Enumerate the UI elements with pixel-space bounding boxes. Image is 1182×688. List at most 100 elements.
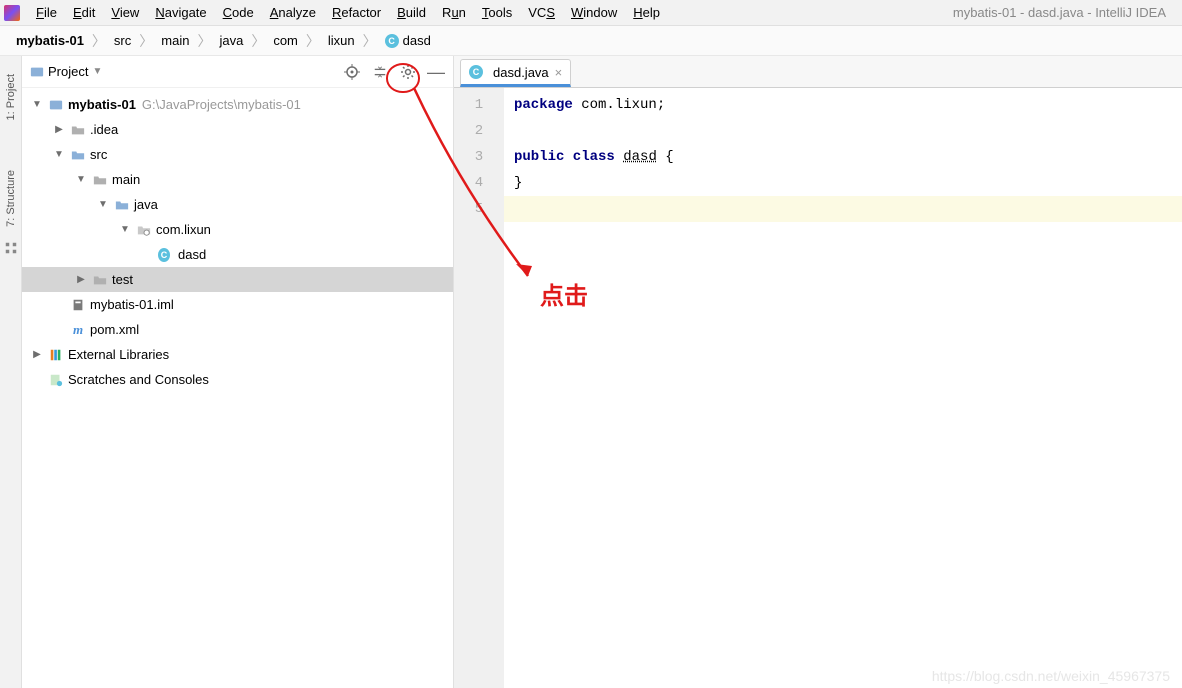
tree-path: G:\JavaProjects\mybatis-01 bbox=[142, 97, 301, 112]
tree-item--idea[interactable]: ▶ .idea bbox=[22, 117, 453, 142]
tree-item-pom-xml[interactable]: mpom.xml bbox=[22, 317, 453, 342]
line-number: 5 bbox=[454, 196, 504, 222]
menu-edit[interactable]: Edit bbox=[65, 2, 103, 23]
code-line[interactable] bbox=[514, 118, 1172, 144]
tree-item-test[interactable]: ▶ test bbox=[22, 267, 453, 292]
breadcrumb-java[interactable]: java bbox=[213, 31, 249, 50]
gear-icon[interactable] bbox=[399, 63, 417, 81]
menu-tools[interactable]: Tools bbox=[474, 2, 520, 23]
tree-label: main bbox=[112, 172, 140, 187]
tree-item-Scratches-and-Consoles[interactable]: Scratches and Consoles bbox=[22, 367, 453, 392]
tree-item-main[interactable]: ▼ main bbox=[22, 167, 453, 192]
breadcrumb-mybatis-01[interactable]: mybatis-01 bbox=[10, 31, 90, 50]
line-number: 1 bbox=[454, 92, 504, 118]
menu-bar: FileEditViewNavigateCodeAnalyzeRefactorB… bbox=[0, 0, 1182, 26]
breadcrumb-main[interactable]: main bbox=[155, 31, 195, 50]
breadcrumb: mybatis-01〉src〉main〉java〉com〉lixun〉Cdasd bbox=[0, 26, 1182, 56]
structure-icon bbox=[4, 241, 18, 255]
menu-file[interactable]: File bbox=[28, 2, 65, 23]
tree-label: com.lixun bbox=[156, 222, 211, 237]
folder-icon bbox=[92, 172, 108, 188]
tree-arrow-icon[interactable]: ▼ bbox=[96, 199, 110, 210]
watermark: https://blog.csdn.net/weixin_45967375 bbox=[932, 668, 1170, 684]
tree-label: java bbox=[134, 197, 158, 212]
line-gutter: 12345 bbox=[454, 88, 504, 688]
code-line[interactable]: package com.lixun; bbox=[514, 92, 1172, 118]
class-icon: C bbox=[158, 247, 174, 263]
tree-arrow-icon[interactable]: ▼ bbox=[74, 174, 88, 185]
package-icon bbox=[136, 222, 152, 238]
chevron-right-icon: 〉 bbox=[90, 31, 108, 51]
chevron-down-icon: ▼ bbox=[92, 66, 102, 77]
project-panel-header: Project ▼ — bbox=[22, 56, 453, 88]
chevron-right-icon: 〉 bbox=[304, 31, 322, 51]
tree-arrow-icon[interactable]: ▶ bbox=[74, 274, 88, 285]
window-title: mybatis-01 - dasd.java - IntelliJ IDEA bbox=[953, 5, 1178, 20]
breadcrumb-lixun[interactable]: lixun bbox=[322, 31, 361, 50]
menu-analyze[interactable]: Analyze bbox=[262, 2, 324, 23]
tree-label: pom.xml bbox=[90, 322, 139, 337]
line-number: 4 bbox=[454, 170, 504, 196]
code-content[interactable]: package com.lixun; public class dasd {} bbox=[504, 88, 1182, 688]
libs-icon bbox=[48, 347, 64, 363]
class-icon: C bbox=[469, 65, 483, 79]
locate-icon[interactable] bbox=[343, 63, 361, 81]
folder-src-icon bbox=[70, 147, 86, 163]
iml-icon bbox=[70, 297, 86, 313]
tree-label: mybatis-01 bbox=[68, 97, 136, 112]
tree-item-dasd[interactable]: Cdasd bbox=[22, 242, 453, 267]
chevron-right-icon: 〉 bbox=[137, 31, 155, 51]
tree-label: External Libraries bbox=[68, 347, 169, 362]
project-panel-label: Project bbox=[48, 64, 88, 79]
tool-window-stripe: 1: Project 7: Structure bbox=[0, 56, 22, 688]
chevron-right-icon: 〉 bbox=[195, 31, 213, 51]
menu-window[interactable]: Window bbox=[563, 2, 625, 23]
tree-item-com-lixun[interactable]: ▼ com.lixun bbox=[22, 217, 453, 242]
folder-icon bbox=[92, 272, 108, 288]
menu-run[interactable]: Run bbox=[434, 2, 474, 23]
app-icon bbox=[4, 5, 20, 21]
code-line[interactable]: public class dasd { bbox=[514, 144, 1172, 170]
tree-arrow-icon[interactable]: ▼ bbox=[118, 224, 132, 235]
tree-label: .idea bbox=[90, 122, 118, 137]
tree-arrow-icon[interactable]: ▼ bbox=[30, 99, 44, 110]
editor-tab-dasd[interactable]: C dasd.java × bbox=[460, 59, 571, 87]
tree-item-mybatis-01-iml[interactable]: mybatis-01.iml bbox=[22, 292, 453, 317]
menu-refactor[interactable]: Refactor bbox=[324, 2, 389, 23]
code-line[interactable]: } bbox=[514, 170, 1172, 196]
tree-item-mybatis-01[interactable]: ▼ mybatis-01 G:\JavaProjects\mybatis-01 bbox=[22, 92, 453, 117]
close-icon[interactable]: × bbox=[555, 65, 563, 80]
tree-item-src[interactable]: ▼src bbox=[22, 142, 453, 167]
project-panel: Project ▼ — ▼ mybatis-01 G:\JavaProjects\m… bbox=[22, 56, 454, 688]
line-number: 3 bbox=[454, 144, 504, 170]
breadcrumb-dasd[interactable]: Cdasd bbox=[379, 31, 437, 51]
code-line[interactable] bbox=[514, 196, 1172, 222]
module-icon bbox=[48, 97, 64, 113]
folder-icon bbox=[70, 122, 86, 138]
menu-help[interactable]: Help bbox=[625, 2, 668, 23]
menu-build[interactable]: Build bbox=[389, 2, 434, 23]
chevron-right-icon: 〉 bbox=[361, 31, 379, 51]
collapse-icon[interactable] bbox=[371, 63, 389, 81]
tree-label: Scratches and Consoles bbox=[68, 372, 209, 387]
tree-item-java[interactable]: ▼ java bbox=[22, 192, 453, 217]
menu-code[interactable]: Code bbox=[215, 2, 262, 23]
code-editor[interactable]: 12345 package com.lixun; public class das… bbox=[454, 88, 1182, 688]
side-tab-project[interactable]: 1: Project bbox=[3, 64, 19, 130]
line-number: 2 bbox=[454, 118, 504, 144]
project-panel-title[interactable]: Project ▼ bbox=[30, 64, 102, 79]
tree-item-External-Libraries[interactable]: ▶ External Libraries bbox=[22, 342, 453, 367]
menu-view[interactable]: View bbox=[103, 2, 147, 23]
menu-navigate[interactable]: Navigate bbox=[147, 2, 214, 23]
project-tree[interactable]: ▼ mybatis-01 G:\JavaProjects\mybatis-01 ▶ .i… bbox=[22, 88, 453, 688]
tree-arrow-icon[interactable]: ▼ bbox=[52, 149, 66, 160]
menu-vcs[interactable]: VCS bbox=[520, 2, 563, 23]
project-scope-icon bbox=[30, 65, 44, 79]
tree-arrow-icon[interactable]: ▶ bbox=[52, 124, 66, 135]
tree-arrow-icon[interactable]: ▶ bbox=[30, 349, 44, 360]
breadcrumb-com[interactable]: com bbox=[267, 31, 304, 50]
hide-icon[interactable]: — bbox=[427, 63, 445, 81]
tree-label: test bbox=[112, 272, 133, 287]
side-tab-structure[interactable]: 7: Structure bbox=[3, 160, 19, 237]
breadcrumb-src[interactable]: src bbox=[108, 31, 137, 50]
